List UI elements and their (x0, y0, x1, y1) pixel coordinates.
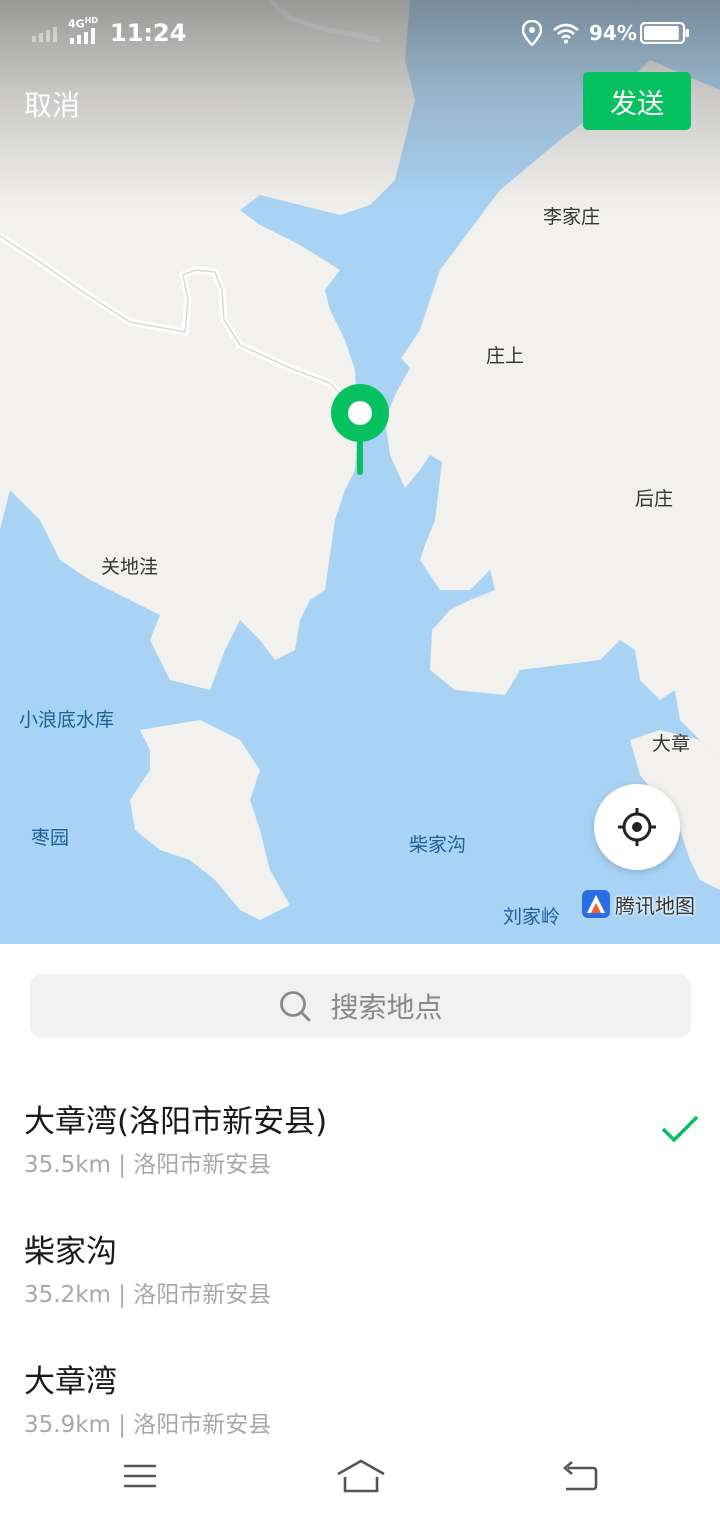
place-label-zaoyuan: 枣园 (31, 827, 70, 849)
result-name: 大章湾(洛阳市新安县) (24, 1104, 328, 1140)
location-pin-icon[interactable] (330, 383, 390, 479)
map-provider-logo: 腾讯地图 (581, 888, 695, 920)
crosshair-icon (618, 808, 656, 846)
battery-icon (640, 22, 689, 44)
home-button[interactable] (336, 1458, 386, 1498)
result-name: 柴家沟 (24, 1234, 117, 1270)
signal-weak-icon (32, 27, 57, 42)
search-placeholder: 搜索地点 (330, 991, 443, 1024)
check-icon (661, 1115, 699, 1143)
home-icon (337, 1459, 385, 1493)
status-bar: 4GHD 11:24 94% (0, 0, 720, 64)
result-subtitle: 35.2km | 洛阳市新安县 (24, 1282, 272, 1308)
back-icon (563, 1461, 598, 1491)
menu-icon (124, 1464, 156, 1488)
place-label-dazhang: 大章 (652, 733, 691, 755)
location-status-icon (522, 20, 542, 46)
place-label-chaijiagou: 柴家沟 (409, 834, 467, 856)
search-icon (280, 991, 311, 1022)
cancel-button[interactable]: 取消 (24, 84, 80, 124)
place-label-xiaolangdi: 小浪底水库 (19, 709, 115, 731)
wifi-icon (553, 23, 579, 44)
back-button[interactable] (560, 1458, 600, 1498)
my-location-button[interactable] (594, 784, 680, 870)
result-name: 大章湾 (24, 1364, 117, 1400)
place-label-liujialing: 刘家岭 (503, 906, 561, 928)
result-subtitle: 35.9km | 洛阳市新安县 (24, 1412, 272, 1438)
map-logo-text: 腾讯地图 (615, 893, 695, 918)
search-input[interactable]: 搜索地点 (30, 974, 691, 1038)
signal-strong-icon (70, 28, 95, 44)
place-label-zhuangshang: 庄上 (486, 345, 525, 367)
result-item[interactable]: 柴家沟 35.2km | 洛阳市新安县 (0, 1200, 720, 1330)
place-label-lijiazhuang: 李家庄 (543, 206, 601, 228)
place-label-guandiwa: 关地洼 (101, 556, 159, 578)
tencent-map-logo-icon (582, 890, 610, 918)
place-label-houzhuang: 后庄 (635, 488, 674, 510)
result-item[interactable]: 大章湾(洛阳市新安县) 35.5km | 洛阳市新安县 (0, 1070, 720, 1200)
clock: 11:24 (110, 19, 187, 47)
system-nav-bar (0, 1440, 720, 1520)
battery-percent: 94% (589, 21, 637, 45)
send-button[interactable]: 发送 (583, 72, 691, 130)
menu-button[interactable] (122, 1458, 158, 1498)
result-list: 大章湾(洛阳市新安县) 35.5km | 洛阳市新安县 柴家沟 35.2km |… (0, 1070, 720, 1460)
map-view[interactable]: 李家庄 庄上 后庄 关地洼 小浪底水库 大章 枣园 柴家沟 刘家岭 腾讯地图 4… (0, 0, 720, 944)
result-subtitle: 35.5km | 洛阳市新安县 (24, 1152, 272, 1178)
